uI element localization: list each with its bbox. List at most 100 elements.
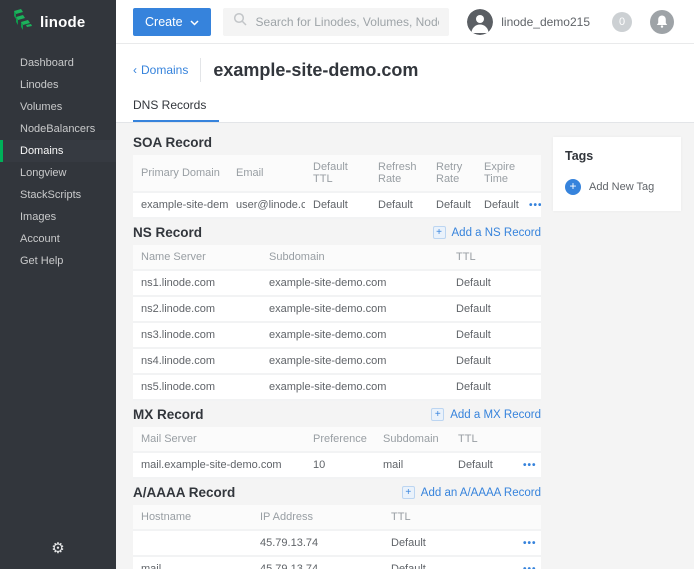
- column-header: [515, 427, 541, 452]
- soa-email: user@linode.com: [228, 192, 305, 218]
- add-record-icon: +: [402, 486, 415, 499]
- ns-record-section: NS Record + Add a NS Record Name Server …: [133, 219, 541, 401]
- sidebar-item-stackscripts[interactable]: StackScripts: [0, 184, 116, 206]
- avatar: [467, 9, 493, 35]
- column-header: Preference: [305, 427, 375, 452]
- sidebar-item-images[interactable]: Images: [0, 206, 116, 228]
- sidebar: linode Dashboard Linodes Volumes NodeBal…: [0, 0, 116, 569]
- ns-row: ns5.linode.com example-site-demo.com Def…: [133, 374, 541, 400]
- a-hostname: [133, 530, 252, 556]
- a-table: Hostname IP Address TTL 45.79.13.74 Defa…: [133, 505, 541, 569]
- sidebar-item-dashboard[interactable]: Dashboard: [0, 52, 116, 74]
- search-box: [223, 8, 450, 36]
- page-title: example-site-demo.com: [213, 60, 418, 81]
- ns-name-server: ns4.linode.com: [133, 348, 261, 374]
- add-a-record-label: Add an A/AAAA Record: [421, 487, 541, 499]
- records-column: SOA Record Primary Domain Email Default …: [133, 129, 541, 569]
- a-header-row: Hostname IP Address TTL: [133, 505, 541, 530]
- sidebar-item-gethelp[interactable]: Get Help: [0, 250, 116, 272]
- column-header: Email: [228, 155, 305, 192]
- ns-row: ns1.linode.com example-site-demo.com Def…: [133, 270, 541, 296]
- ns-table: Name Server Subdomain TTL ns1.linode.com…: [133, 245, 541, 401]
- soa-retry-rate: Default: [428, 192, 476, 218]
- ns-name-server: ns5.linode.com: [133, 374, 261, 400]
- a-row: 45.79.13.74 Default •••: [133, 530, 541, 556]
- column-header: Hostname: [133, 505, 252, 530]
- notification-count-badge[interactable]: 0: [612, 12, 632, 32]
- search-input[interactable]: [256, 15, 440, 29]
- column-header: TTL: [383, 505, 515, 530]
- add-ns-record-label: Add a NS Record: [452, 227, 542, 239]
- more-options-icon[interactable]: •••: [521, 192, 541, 218]
- soa-row: example-site-demo.com user@linode.com De…: [133, 192, 541, 218]
- page-head: ‹ Domains example-site-demo.com DNS Reco…: [116, 44, 694, 123]
- mx-row: mail.example-site-demo.com 10 mail Defau…: [133, 452, 541, 478]
- column-header: Expire Time: [476, 155, 521, 192]
- sidebar-item-linodes[interactable]: Linodes: [0, 74, 116, 96]
- create-button-label: Create: [145, 15, 183, 29]
- settings-gear-icon[interactable]: ⚙: [0, 539, 116, 557]
- column-header: Retry Rate: [428, 155, 476, 192]
- add-new-tag-button[interactable]: + Add New Tag: [565, 179, 669, 195]
- a-ip-address: 45.79.13.74: [252, 530, 383, 556]
- ns-row: ns2.linode.com example-site-demo.com Def…: [133, 296, 541, 322]
- user-menu[interactable]: linode_demo215: [467, 9, 590, 35]
- add-mx-record-label: Add a MX Record: [450, 409, 541, 421]
- add-ns-record-link[interactable]: + Add a NS Record: [433, 226, 542, 239]
- mx-record-section: MX Record + Add a MX Record Mail Server …: [133, 401, 541, 479]
- add-record-icon: +: [431, 408, 444, 421]
- add-mx-record-link[interactable]: + Add a MX Record: [431, 408, 541, 421]
- notifications-bell-icon[interactable]: [650, 10, 674, 34]
- breadcrumb-divider: [200, 58, 201, 82]
- sidebar-item-nodebalancers[interactable]: NodeBalancers: [0, 118, 116, 140]
- column-header: Subdomain: [261, 245, 448, 270]
- mx-mail-server: mail.example-site-demo.com: [133, 452, 305, 478]
- column-header: [521, 155, 541, 192]
- more-options-icon[interactable]: •••: [515, 530, 541, 556]
- app-window: linode Dashboard Linodes Volumes NodeBal…: [0, 0, 694, 569]
- ns-name-server: ns2.linode.com: [133, 296, 261, 322]
- sidebar-item-domains[interactable]: Domains: [0, 140, 116, 162]
- column-header: Mail Server: [133, 427, 305, 452]
- more-options-icon[interactable]: •••: [515, 556, 541, 569]
- column-header: [515, 505, 541, 530]
- column-header: IP Address: [252, 505, 383, 530]
- add-record-icon: +: [433, 226, 446, 239]
- mx-subdomain: mail: [375, 452, 450, 478]
- chevron-down-icon: [190, 15, 199, 29]
- username-label: linode_demo215: [501, 15, 590, 29]
- tab-bar: DNS Records: [133, 96, 694, 122]
- breadcrumb-back-link[interactable]: ‹ Domains: [133, 63, 188, 77]
- breadcrumb-label: Domains: [141, 63, 188, 77]
- soa-default-ttl: Default: [305, 192, 370, 218]
- tab-dns-records[interactable]: DNS Records: [133, 98, 219, 122]
- ns-ttl: Default: [448, 374, 541, 400]
- ns-name-server: ns3.linode.com: [133, 322, 261, 348]
- more-options-icon[interactable]: •••: [515, 452, 541, 478]
- ns-row: ns4.linode.com example-site-demo.com Def…: [133, 348, 541, 374]
- back-arrow-icon: ‹: [133, 63, 137, 77]
- content: SOA Record Primary Domain Email Default …: [116, 123, 694, 569]
- sidebar-item-longview[interactable]: Longview: [0, 162, 116, 184]
- ns-ttl: Default: [448, 348, 541, 374]
- soa-section-title: SOA Record: [133, 135, 212, 150]
- soa-expire-time: Default: [476, 192, 521, 218]
- column-header: TTL: [448, 245, 541, 270]
- create-button[interactable]: Create: [133, 8, 211, 36]
- linode-logo[interactable]: linode: [0, 0, 116, 44]
- mx-table: Mail Server Preference Subdomain TTL mai…: [133, 427, 541, 479]
- ns-ttl: Default: [448, 296, 541, 322]
- breadcrumb: ‹ Domains example-site-demo.com: [133, 58, 694, 82]
- soa-record-section: SOA Record Primary Domain Email Default …: [133, 129, 541, 219]
- mx-header-row: Mail Server Preference Subdomain TTL: [133, 427, 541, 452]
- a-ip-address: 45.79.13.74: [252, 556, 383, 569]
- add-a-record-link[interactable]: + Add an A/AAAA Record: [402, 486, 541, 499]
- ns-subdomain: example-site-demo.com: [261, 296, 448, 322]
- ns-ttl: Default: [448, 270, 541, 296]
- sidebar-item-volumes[interactable]: Volumes: [0, 96, 116, 118]
- ns-row: ns3.linode.com example-site-demo.com Def…: [133, 322, 541, 348]
- ns-subdomain: example-site-demo.com: [261, 348, 448, 374]
- tags-title: Tags: [565, 149, 669, 163]
- tags-panel: Tags + Add New Tag: [553, 137, 681, 211]
- sidebar-item-account[interactable]: Account: [0, 228, 116, 250]
